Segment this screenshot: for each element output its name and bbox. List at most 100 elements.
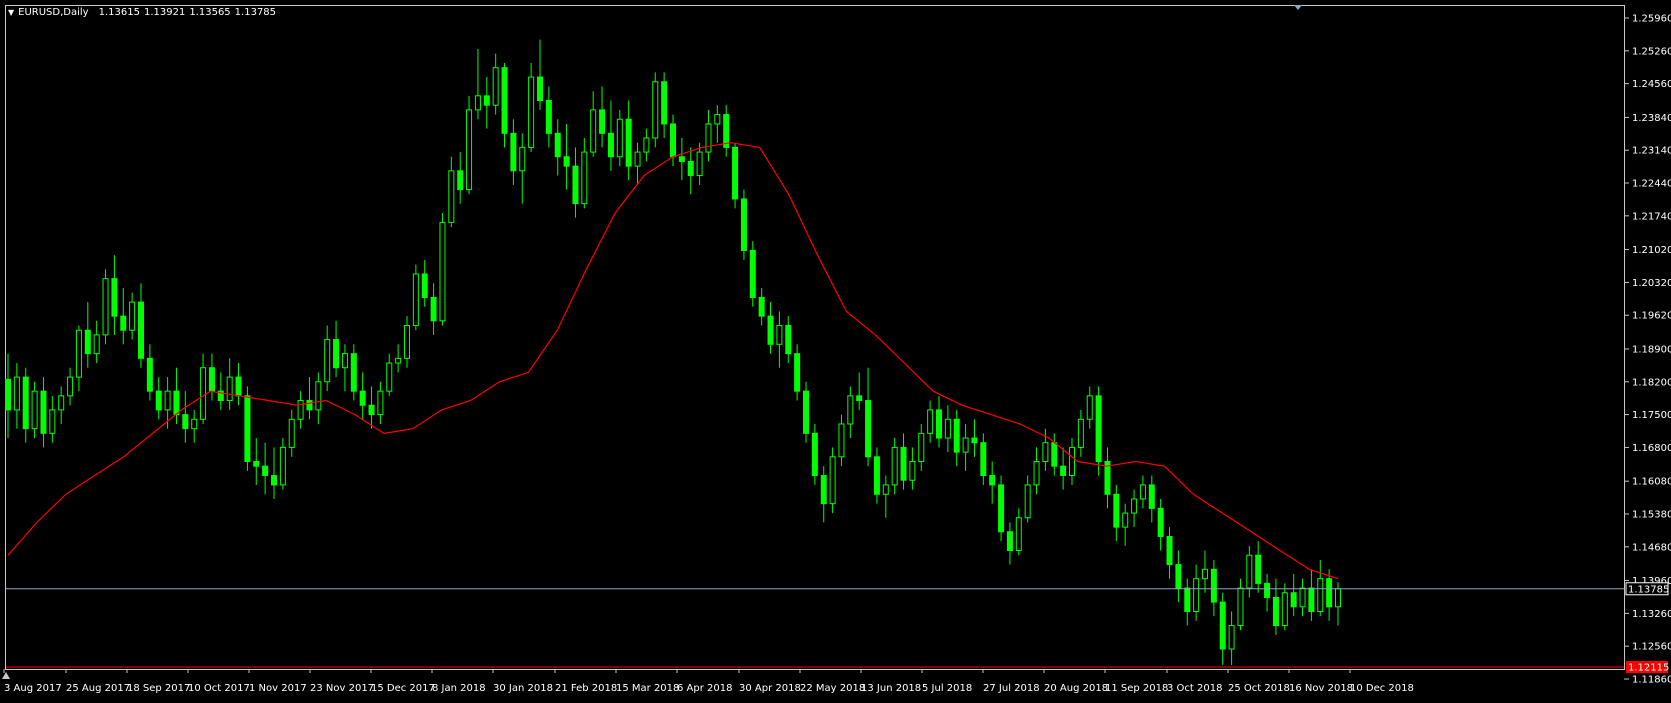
candle-body	[1175, 564, 1182, 589]
date-tick-label: 10 Dec 2018	[1350, 683, 1414, 694]
candle-body	[1113, 493, 1120, 528]
candle-body	[22, 376, 29, 430]
candle-body	[288, 418, 295, 448]
candle-body	[980, 442, 987, 477]
date-tick-label: 16 Nov 2018	[1289, 683, 1353, 694]
candle-body	[120, 315, 127, 331]
candle-body	[58, 395, 65, 411]
candle-body	[944, 418, 951, 439]
candle-body	[146, 357, 153, 392]
candle-body	[13, 376, 20, 411]
chart-window[interactable]: ▼ EURUSD,Daily 1.13615 1.13921 1.13565 1…	[0, 0, 1671, 703]
candle-body	[510, 132, 517, 172]
candle-body	[5, 378, 11, 411]
candle-body	[474, 95, 481, 111]
candle-body	[528, 76, 535, 148]
candle-body	[1006, 531, 1013, 552]
candle-body	[31, 390, 38, 430]
candle-body	[519, 146, 526, 172]
candle-body	[208, 367, 215, 392]
candle-body	[749, 250, 756, 298]
date-tick-label: 30 Jan 2018	[493, 683, 553, 694]
candle-body	[1255, 554, 1262, 584]
price-tick-label: 1.21020	[1632, 245, 1671, 256]
candle-body	[404, 325, 410, 359]
candle-body	[1193, 578, 1200, 612]
bid-price-tag-label: 1.13785	[1628, 584, 1669, 595]
candle-body	[297, 400, 304, 420]
candle-body	[873, 456, 880, 495]
candle-body	[75, 329, 82, 378]
date-tick-label: 25 Oct 2018	[1228, 683, 1290, 694]
candle-body	[129, 301, 136, 331]
candle-body	[918, 432, 925, 462]
date-tick-label: 15 Dec 2017	[371, 683, 435, 694]
price-tick-label: 1.16800	[1632, 443, 1671, 454]
candle-body	[1015, 517, 1022, 552]
candle-body	[803, 390, 809, 434]
candle-body	[430, 296, 437, 322]
candle-body	[492, 67, 499, 106]
candle-body	[953, 418, 960, 453]
candle-body	[155, 390, 162, 411]
candle-body	[386, 362, 393, 392]
candle-body	[1202, 568, 1208, 580]
candle-body	[1139, 484, 1146, 500]
candle-body	[554, 132, 561, 158]
candle-body	[271, 475, 277, 486]
date-tick-label: 5 Jul 2018	[922, 683, 972, 694]
candle-body	[971, 437, 978, 444]
candle-body	[164, 390, 171, 411]
candle-body	[936, 409, 942, 439]
candle-body	[1237, 587, 1244, 627]
candle-body	[927, 409, 934, 434]
date-tick-label: 23 Nov 2017	[310, 683, 374, 694]
candle-body	[1299, 587, 1306, 608]
candle-body	[776, 325, 783, 345]
date-tick-label: 25 Aug 2017	[66, 683, 130, 694]
ask-price-tag-label: 1.12115	[1628, 663, 1669, 674]
candle-body	[226, 376, 233, 402]
date-tick-label: 13 Jun 2018	[861, 683, 921, 694]
candle-body	[377, 390, 384, 416]
candle-body	[590, 109, 597, 153]
price-tick-label: 1.18200	[1632, 377, 1671, 388]
candle-body	[643, 137, 650, 153]
moving-average-line	[7, 142, 1339, 580]
date-tick-label: 10 Oct 2017	[188, 683, 250, 694]
price-tick-label: 1.22440	[1632, 179, 1671, 190]
candle-body	[395, 357, 402, 364]
candle-body	[1290, 592, 1297, 608]
candle-body	[1086, 395, 1093, 420]
candle-body	[40, 390, 47, 434]
candle-body	[545, 100, 552, 134]
candle-body	[962, 437, 969, 453]
candle-body	[705, 123, 712, 153]
date-tick-label: 27 Jul 2018	[983, 683, 1040, 694]
candle-body	[1281, 592, 1288, 627]
candle-body	[483, 95, 490, 106]
candle-body	[1069, 446, 1075, 477]
price-tick-label: 1.15380	[1632, 509, 1671, 520]
price-chart[interactable]: 1.25960 1.25260 1.24560 1.23840 1.23140 1.224…	[0, 0, 1671, 703]
candle-body	[315, 381, 322, 411]
price-tick-label: 1.19620	[1632, 311, 1671, 322]
candle-body	[412, 273, 419, 327]
date-tick-label: 18 Sep 2017	[127, 683, 190, 694]
candle-body	[581, 151, 588, 205]
candle-body	[1077, 418, 1084, 448]
price-tick-label: 1.14680	[1632, 542, 1671, 553]
date-tick-label: 3 Oct 2018	[1167, 683, 1222, 694]
price-tick-label: 1.18900	[1632, 344, 1671, 355]
candle-body	[856, 395, 863, 402]
price-tick-label: 1.13260	[1632, 609, 1671, 620]
candle-body	[1317, 578, 1324, 612]
candle-body	[696, 151, 703, 177]
candle-body	[758, 296, 765, 317]
candle-body	[599, 109, 606, 134]
candle-body	[1228, 625, 1235, 650]
candle-body	[1272, 596, 1279, 627]
candle-body	[466, 109, 473, 191]
candle-body	[333, 339, 340, 369]
candle-body	[811, 432, 818, 477]
